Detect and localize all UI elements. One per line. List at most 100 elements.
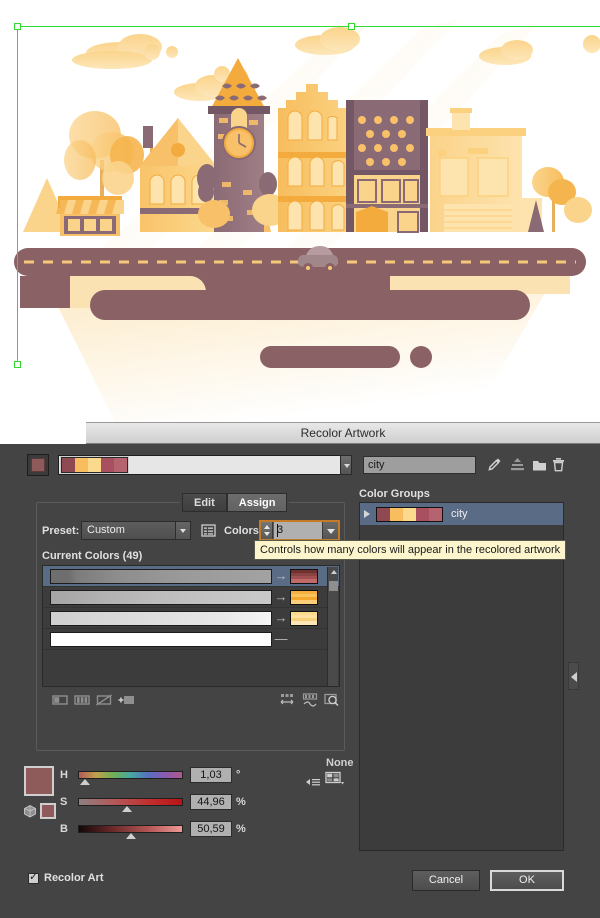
group-swatch-5 [429, 507, 442, 521]
stepper-up-icon[interactable] [264, 525, 270, 529]
selection-handle-top-center[interactable] [348, 23, 355, 30]
color-group-strip-swatches [60, 456, 129, 474]
list-item[interactable]: city [360, 503, 563, 525]
separate-colors-icon[interactable] [73, 692, 91, 708]
strip-swatch-4 [101, 458, 114, 472]
strip-swatch-2 [75, 458, 88, 472]
tooltip: Controls how many colors will appear in … [254, 540, 567, 560]
row-arrow-icon: — [274, 631, 288, 646]
stepper-down-icon[interactable] [264, 532, 270, 536]
chevron-down-icon[interactable] [175, 522, 190, 539]
scrollbar-thumb[interactable] [329, 581, 338, 591]
hsb-preview-swatch[interactable] [24, 766, 54, 796]
active-color-swatch[interactable] [27, 454, 49, 476]
target-color-swatch[interactable] [290, 568, 318, 584]
panel-collapse-left-icon[interactable] [568, 662, 579, 690]
artboard-canvas[interactable] [0, 0, 600, 422]
source-color-bar[interactable] [50, 568, 272, 584]
current-colors-label: Current Colors (49) [42, 550, 143, 562]
table-row[interactable]: → [43, 608, 339, 629]
expand-triangle-icon[interactable] [364, 510, 370, 518]
active-color-fill [31, 458, 45, 472]
preset-select[interactable]: Custom [81, 521, 191, 540]
group-swatch-4 [416, 507, 429, 521]
colors-count-field[interactable]: 3 [259, 520, 340, 541]
preset-value: Custom [87, 524, 125, 536]
secondary-color-swatch[interactable] [40, 803, 56, 819]
brightness-slider-row: B 50,59 % [60, 820, 340, 840]
edit-assign-tabs: Edit Assign [180, 493, 290, 512]
color-group-name-input[interactable]: city [363, 456, 476, 474]
scroll-up-icon[interactable] [331, 570, 337, 574]
tab-edit[interactable]: Edit [182, 493, 227, 512]
cancel-button[interactable]: Cancel [412, 870, 480, 891]
save-swatch-icon[interactable] [508, 455, 527, 474]
current-colors-toolbar [42, 689, 340, 711]
strip-swatch-1 [62, 458, 75, 472]
randomize-order-icon[interactable] [278, 692, 296, 708]
target-band-4 [291, 621, 317, 625]
color-group-swatches [376, 506, 443, 522]
brightness-slider-track[interactable] [78, 825, 183, 833]
brightness-slider-knob[interactable] [126, 833, 136, 839]
dialog-titlebar[interactable]: Recolor Artwork [86, 422, 600, 444]
hue-value-input[interactable]: 1,03 [190, 767, 232, 783]
eyedropper-icon[interactable] [485, 455, 504, 474]
brightness-value-input[interactable]: 50,59 [190, 821, 232, 837]
tab-assign[interactable]: Assign [226, 493, 288, 512]
row-arrow-icon: → [274, 589, 288, 604]
selection-handle-top-left[interactable] [14, 23, 21, 30]
row-arrow-icon: → [274, 568, 288, 583]
recolor-art-checkbox[interactable]: Recolor Art [28, 870, 104, 884]
merge-colors-icon[interactable] [51, 692, 69, 708]
colors-value[interactable]: 3 [274, 522, 322, 539]
current-colors-list[interactable]: → → → — [42, 565, 340, 687]
table-row[interactable]: → [43, 587, 339, 608]
preset-options-icon[interactable] [199, 521, 218, 540]
hue-slider-knob[interactable] [80, 779, 90, 785]
group-swatch-1 [377, 507, 390, 521]
target-band-4 [291, 600, 317, 604]
source-color-bar[interactable] [50, 610, 272, 626]
target-color-swatch[interactable] [290, 589, 318, 605]
randomize-saturation-icon[interactable] [301, 692, 319, 708]
colors-stepper[interactable] [261, 522, 273, 539]
add-color-row-icon[interactable] [118, 692, 136, 708]
source-color-bar[interactable] [50, 589, 272, 605]
colors-dropdown-arrow[interactable] [322, 522, 338, 539]
saturation-slider-row: S 44,96 % [60, 793, 340, 813]
table-row[interactable]: — [43, 629, 339, 650]
new-folder-icon[interactable] [530, 455, 549, 474]
color-group-strip-dropdown[interactable] [340, 455, 352, 475]
recolor-artwork-dialog: city Edit Assign Preset: Custom Colors: … [0, 444, 600, 918]
saturation-value-input[interactable]: 44,96 [190, 794, 232, 810]
selection-edge-top [17, 26, 600, 27]
colors-label: Colors: [224, 525, 263, 537]
color-mode-cube-icon[interactable] [23, 804, 37, 818]
hsb-flyout-menu-icon[interactable] [305, 775, 321, 787]
saturation-unit: % [236, 796, 246, 808]
target-color-swatch[interactable] [290, 610, 318, 626]
list-scrollbar[interactable] [327, 567, 338, 686]
saturation-slider-knob[interactable] [122, 806, 132, 812]
trash-icon[interactable] [549, 455, 568, 474]
checkbox-box[interactable] [28, 870, 39, 884]
ok-button[interactable]: OK [490, 870, 564, 891]
color-group-name: city [451, 508, 468, 520]
brightness-label: B [60, 823, 68, 835]
source-color-bar[interactable] [50, 631, 272, 647]
limit-color-library-icon[interactable] [325, 771, 345, 786]
group-swatch-3 [403, 507, 416, 521]
color-reduction-options-icon[interactable] [323, 692, 341, 708]
saturation-label: S [60, 796, 68, 808]
preset-label: Preset: [42, 525, 80, 537]
limit-library-label: None [326, 757, 354, 769]
hue-slider-track[interactable] [78, 771, 183, 779]
exclude-color-icon[interactable] [95, 692, 113, 708]
brightness-unit: % [236, 823, 246, 835]
dialog-top-toolbar: city [0, 444, 600, 478]
selection-handle-bottom-left[interactable] [14, 361, 21, 368]
saturation-slider-track[interactable] [78, 798, 183, 806]
color-group-strip[interactable] [58, 455, 343, 475]
table-row[interactable]: → [43, 566, 339, 587]
